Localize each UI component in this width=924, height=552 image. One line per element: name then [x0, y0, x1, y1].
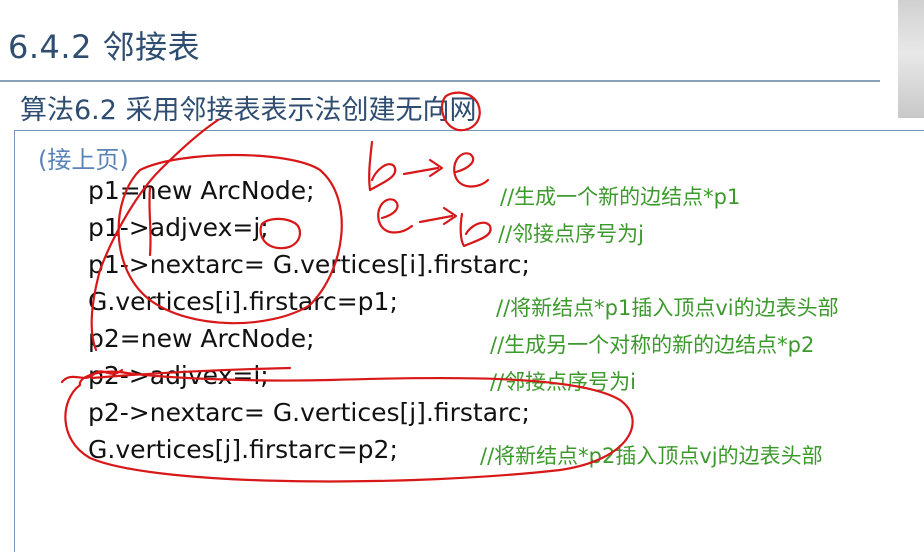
algorithm-title: 算法6.2 采用邻接表表示法创建无向网	[20, 95, 477, 126]
code-line-4: G.vertices[i].firstarc=p1;	[88, 287, 398, 316]
section-title: 6.4.2 邻接表	[8, 28, 201, 66]
code-line-7: p2->nextarc= G.vertices[j].firstarc;	[88, 398, 530, 427]
comment-line-6: //邻接点序号为i	[490, 370, 636, 394]
corner-thumbnail	[898, 0, 924, 118]
continued-label: (接上页)	[38, 146, 129, 174]
code-line-5: p2=new ArcNode;	[88, 324, 315, 353]
comment-line-5: //生成另一个对称的新的边结点*p2	[490, 333, 815, 357]
code-line-3: p1->nextarc= G.vertices[i].firstarc;	[88, 250, 530, 279]
code-line-6: p2->adjvex=i;	[88, 361, 269, 390]
title-divider	[0, 80, 880, 82]
slide: 6.4.2 邻接表 算法6.2 采用邻接表表示法创建无向网 (接上页) p1=n…	[0, 0, 924, 552]
code-line-1: p1=new ArcNode;	[88, 176, 315, 205]
comment-line-8: //将新结点*p2插入顶点vj的边表头部	[480, 444, 823, 468]
comment-line-4: //将新结点*p1插入顶点vi的边表头部	[496, 296, 839, 320]
comment-line-1: //生成一个新的边结点*p1	[500, 185, 741, 209]
code-line-2: p1->adjvex=j;	[88, 213, 269, 242]
comment-line-2: //邻接点序号为j	[498, 222, 644, 246]
code-line-8: G.vertices[j].firstarc=p2;	[88, 435, 398, 464]
